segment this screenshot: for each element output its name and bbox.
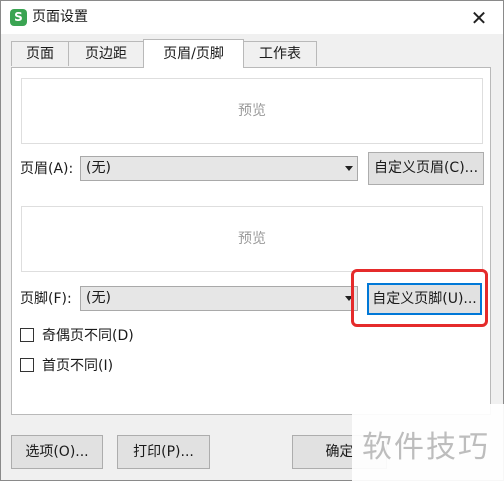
tab-margins[interactable]: 页边距 (68, 41, 144, 66)
first-page-label: 首页不同(I) (42, 358, 114, 374)
odd-even-checkbox-row[interactable]: 奇偶页不同(D) (20, 327, 160, 345)
footer-preview: 预览 (21, 206, 483, 272)
tab-header-footer[interactable]: 页眉/页脚 (143, 39, 244, 68)
odd-even-label: 奇偶页不同(D) (42, 328, 134, 344)
header-select-value: (无) (86, 160, 111, 176)
options-button[interactable]: 选项(O)... (11, 435, 103, 469)
close-icon[interactable]: ✕ (467, 6, 491, 30)
header-label: 页眉(A): (20, 161, 74, 177)
wps-app-icon: S (10, 9, 27, 26)
highlight-annotation (351, 269, 488, 327)
watermark-overlay: 软件技巧 (352, 404, 504, 481)
dialog-title: 页面设置 (32, 9, 88, 25)
footer-select-value: (无) (86, 290, 111, 306)
chevron-down-icon (345, 166, 353, 171)
odd-even-checkbox[interactable] (20, 328, 34, 342)
footer-label: 页脚(F): (20, 291, 72, 307)
header-select[interactable]: (无) (80, 156, 358, 181)
watermark-text: 软件技巧 (362, 430, 490, 465)
tab-sheet[interactable]: 工作表 (243, 41, 317, 66)
print-button[interactable]: 打印(P)... (117, 435, 210, 469)
first-page-checkbox-row[interactable]: 首页不同(I) (20, 357, 140, 375)
header-footer-panel: 预览 页眉(A): (无) 自定义页眉(C)... 预览 页脚(F): (无) … (11, 67, 491, 415)
first-page-checkbox[interactable] (20, 358, 34, 372)
title-bar: S 页面设置 ✕ (1, 1, 503, 34)
tab-page[interactable]: 页面 (11, 41, 69, 66)
footer-select[interactable]: (无) (80, 286, 358, 311)
custom-header-button[interactable]: 自定义页眉(C)... (368, 152, 484, 185)
header-preview: 预览 (21, 78, 483, 144)
